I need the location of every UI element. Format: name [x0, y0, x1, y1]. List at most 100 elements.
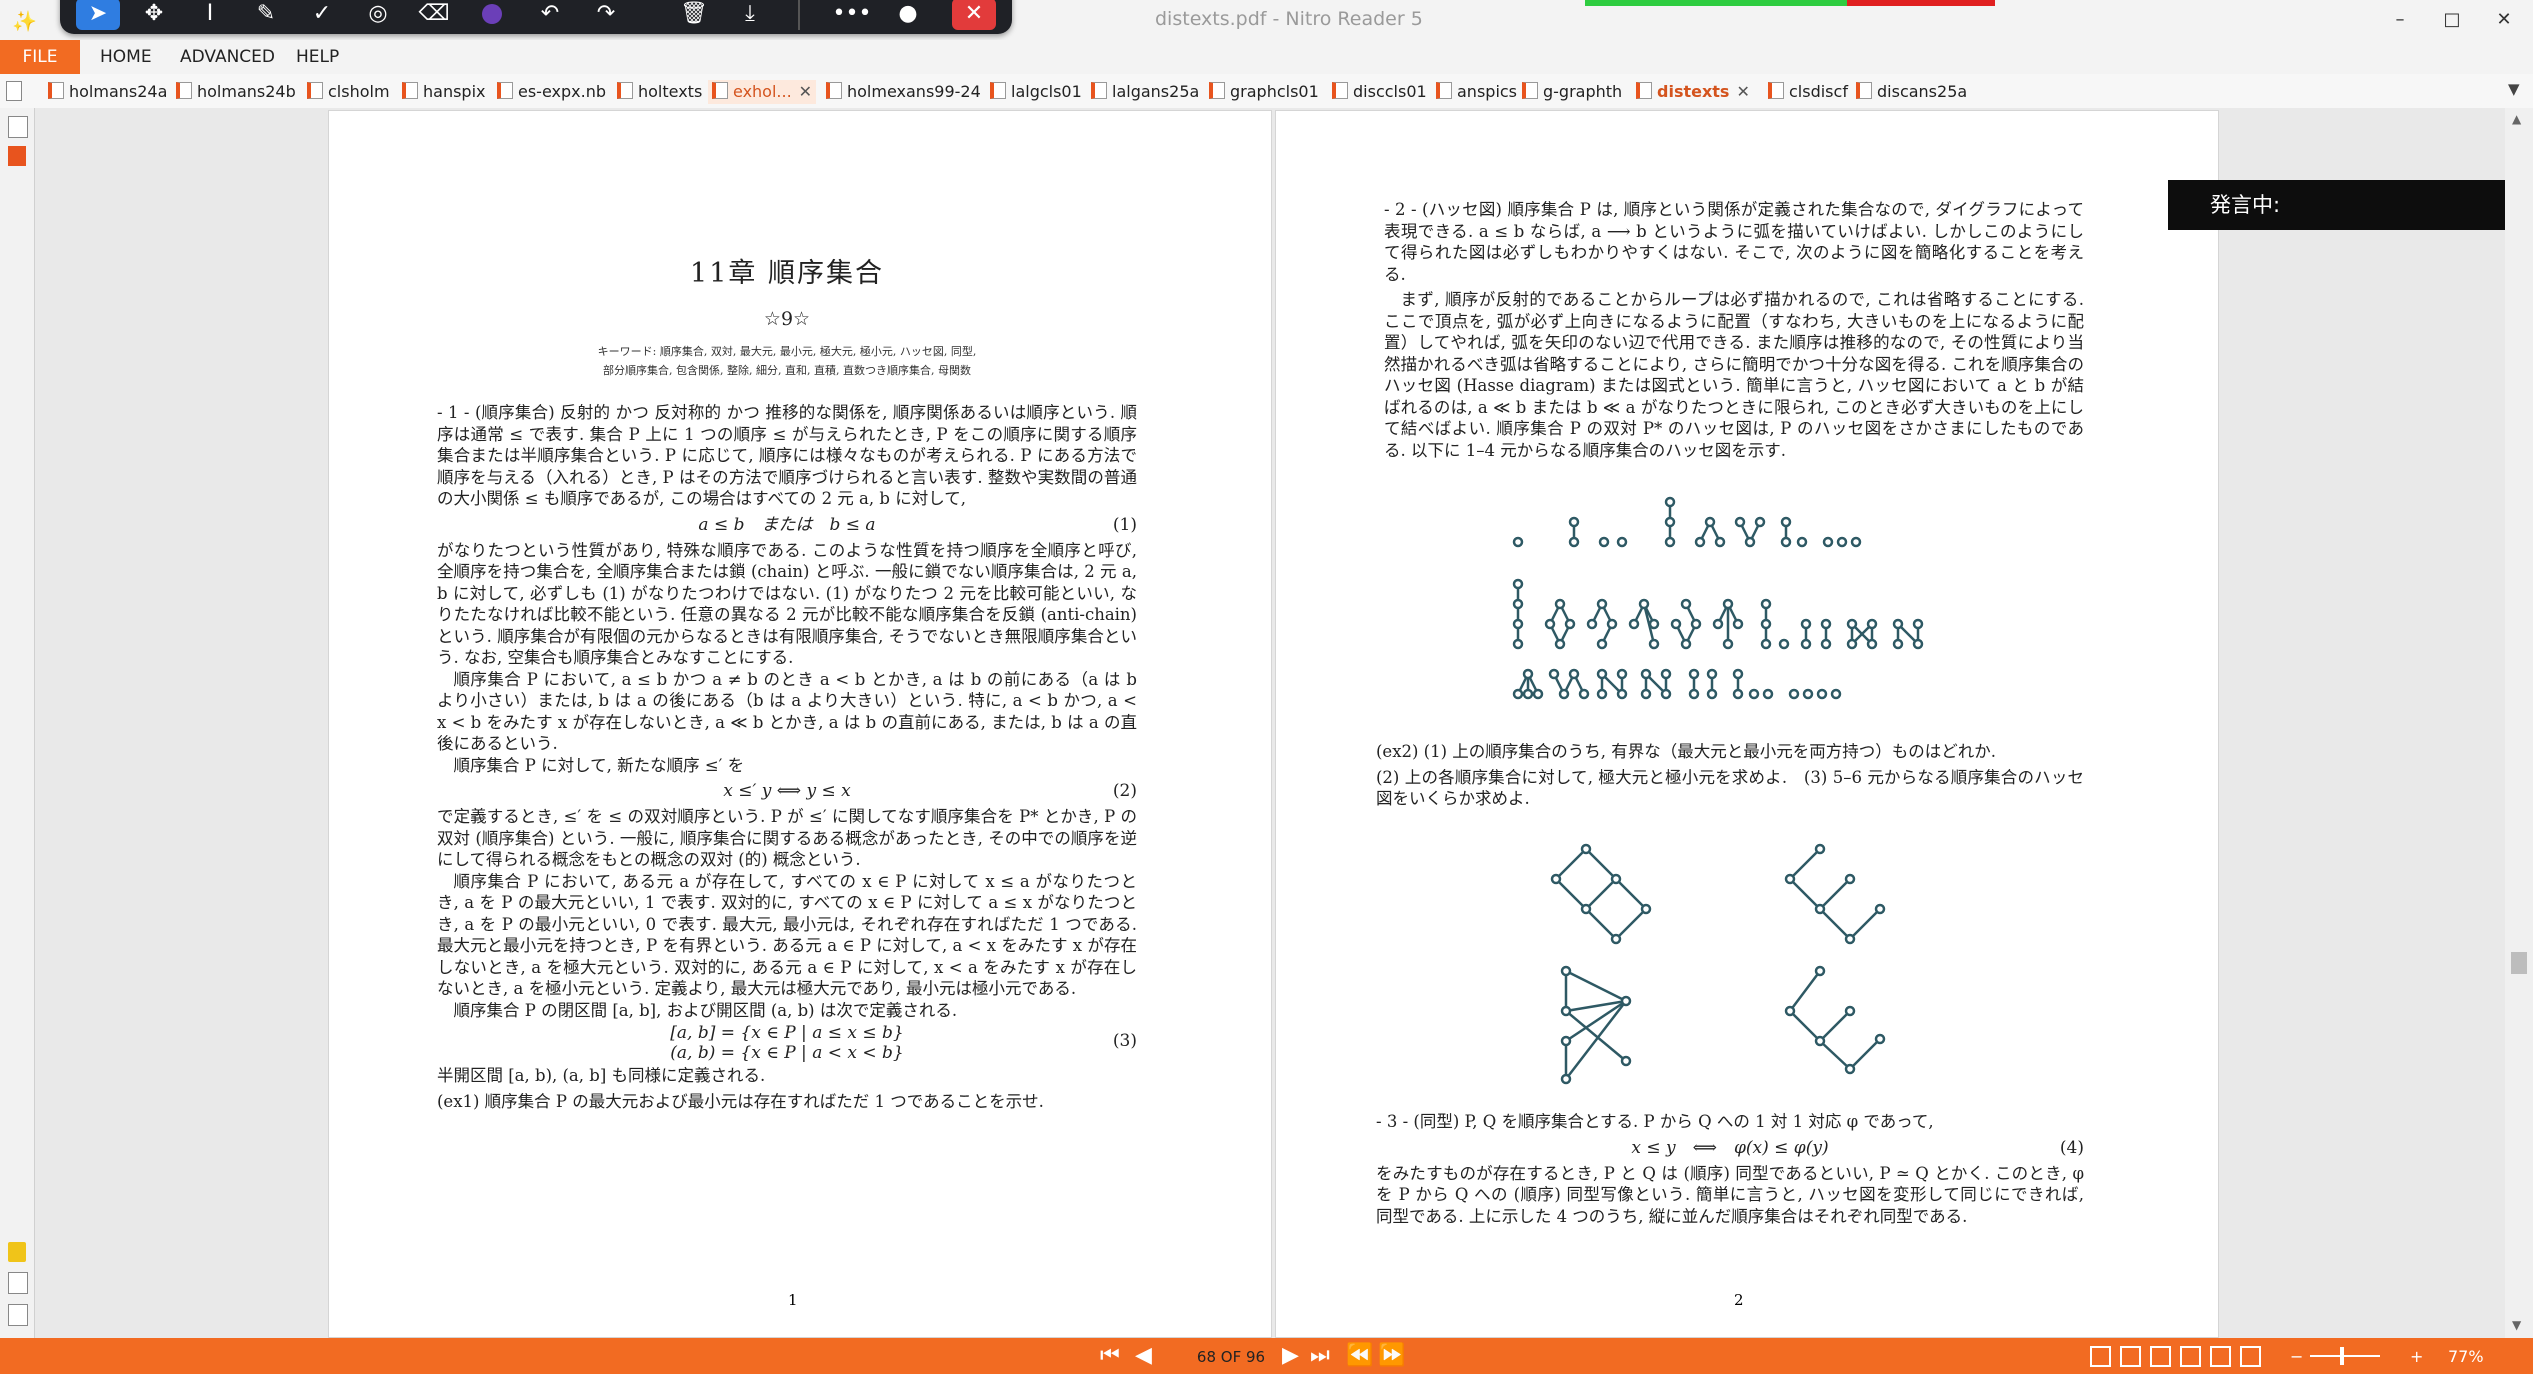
- bookmarks-panel-icon[interactable]: [8, 146, 26, 166]
- exercise-2-block: (ex2) (1) 上の順序集合のうち, 有界な（最大元と最小元を両方持つ）もの…: [1376, 741, 2084, 810]
- full-screen-view-icon[interactable]: [2240, 1346, 2261, 1367]
- last-page-icon[interactable]: ⏭: [1310, 1344, 1330, 1368]
- page-counter[interactable]: 68 OF 96: [1175, 1346, 1287, 1368]
- facing-continuous-view-icon[interactable]: [2180, 1346, 2201, 1367]
- previous-page-icon[interactable]: ◀: [1135, 1344, 1152, 1368]
- tab-home[interactable]: HOME: [100, 40, 152, 74]
- doc-tab[interactable]: holmexans99-24: [826, 80, 981, 104]
- nitro-logo-icon[interactable]: ✨: [12, 9, 37, 33]
- doc-tab[interactable]: hanspix: [402, 80, 486, 104]
- equation-text: [a, b] = {x ∈ P | a ≤ x ≤ b}: [670, 1023, 904, 1043]
- doc-tab[interactable]: lalgans25a: [1091, 80, 1199, 104]
- tab-close-icon[interactable]: ✕: [799, 82, 812, 101]
- redo-icon[interactable]: ↷: [584, 0, 628, 30]
- maximize-button[interactable]: □: [2432, 6, 2472, 34]
- zoom-level[interactable]: 77%: [2448, 1346, 2484, 1368]
- color-picker-icon[interactable]: [470, 0, 514, 30]
- doc-tab-distexts-active[interactable]: distexts ✕: [1636, 80, 1750, 104]
- doc-tab[interactable]: holmans24a: [48, 80, 167, 104]
- document-viewer[interactable]: 11章 順序集合 ☆9☆ キーワード: 順序集合, 双対, 最大元, 最小元, …: [35, 108, 2505, 1338]
- stamp-icon[interactable]: ◎: [356, 0, 400, 30]
- facing-view-icon[interactable]: [2150, 1346, 2171, 1367]
- close-toolbar-icon[interactable]: ✕: [952, 0, 996, 30]
- profile-icon[interactable]: ●: [886, 0, 930, 30]
- comments-panel-icon[interactable]: [8, 1242, 26, 1262]
- pages-panel-icon[interactable]: [8, 116, 28, 138]
- equation-text: x ≤ y ⟺ φ(x) ≤ φ(y): [1631, 1137, 1829, 1158]
- doc-tab[interactable]: es-expx.nb: [497, 80, 606, 104]
- close-window-button[interactable]: ✕: [2484, 6, 2524, 34]
- pen-icon[interactable]: ✎: [244, 0, 288, 30]
- pdf-file-icon: [826, 82, 842, 99]
- select-arrow-icon[interactable]: ➤: [76, 0, 120, 30]
- scroll-up-icon[interactable]: ▲: [2512, 112, 2521, 126]
- text-cursor-icon[interactable]: I: [188, 0, 232, 30]
- single-page-view-icon[interactable]: [2090, 1346, 2111, 1367]
- doc-tab[interactable]: lalgcls01: [990, 80, 1082, 104]
- equation-number: (2): [1112, 781, 1137, 801]
- progress-bar-red: [1847, 0, 1995, 6]
- next-page-icon[interactable]: ▶: [1282, 1344, 1299, 1368]
- doc-tab-label: disccls01: [1353, 82, 1427, 101]
- zoom-out-button[interactable]: −: [2290, 1346, 2303, 1368]
- zoom-slider[interactable]: [2310, 1355, 2380, 1357]
- zoom-slider-knob[interactable]: [2340, 1347, 2344, 1365]
- attachments-panel-icon[interactable]: [8, 1272, 28, 1294]
- pdf-page-2: - 2 - (ハッセ図) 順序集合 P は, 順序という関係が定義された集合なの…: [1275, 110, 2219, 1338]
- scrollbar-thumb[interactable]: [2511, 952, 2527, 974]
- paragraph: 半開区間 [a, b), (a, b] も同様に定義される.: [437, 1066, 766, 1085]
- fit-width-view-icon[interactable]: [2210, 1346, 2231, 1367]
- exercise-2-line-2: (2) 上の各順序集合に対して, 極大元と極小元を求めよ. (3) 5–6 元か…: [1376, 767, 2084, 809]
- first-page-icon[interactable]: ⏮: [1100, 1344, 1120, 1368]
- back-view-icon[interactable]: ⏪: [1346, 1344, 1373, 1368]
- more-icon[interactable]: •••: [830, 0, 874, 30]
- doc-tab[interactable]: clsholm: [307, 80, 390, 104]
- equation-text: (a, b) = {x ∈ P | a < x < b}: [670, 1043, 904, 1063]
- paragraph: - 2 - (ハッセ図) 順序集合 P は, 順序という関係が定義された集合なの…: [1384, 200, 2084, 284]
- doc-tab[interactable]: g-graphth: [1522, 80, 1622, 104]
- equation-text: a ≤ b または b ≤ a: [698, 514, 876, 535]
- scroll-down-icon[interactable]: ▼: [2512, 1318, 2521, 1332]
- floating-toolbar: ➤ ✥ I ✎ ✓ ◎ ⌫ ↶ ↷ 🗑 ⤓ ••• ● ✕: [60, 0, 1012, 34]
- move-icon[interactable]: ✥: [132, 0, 176, 30]
- pdf-file-icon: [617, 82, 633, 99]
- doc-tab-exhol[interactable]: exhol... ✕: [708, 80, 817, 104]
- delete-icon[interactable]: 🗑: [672, 0, 716, 30]
- download-icon[interactable]: ⤓: [728, 0, 772, 30]
- undo-icon[interactable]: ↶: [528, 0, 572, 30]
- equation-number: (1): [1112, 514, 1137, 535]
- doc-tab[interactable]: disccls01: [1332, 80, 1427, 104]
- doc-tab[interactable]: holtexts: [617, 80, 702, 104]
- eraser-icon[interactable]: ⌫: [412, 0, 456, 30]
- equation-4: x ≤ y ⟺ φ(x) ≤ φ(y) (4): [1376, 1133, 2084, 1163]
- file-menu-tab[interactable]: FILE: [0, 40, 80, 74]
- pdf-file-icon: [990, 82, 1006, 99]
- tab-close-icon[interactable]: ✕: [1736, 82, 1749, 101]
- doc-tab[interactable]: graphcls01: [1209, 80, 1319, 104]
- paragraph: - 3 - (同型) P, Q を順序集合とする. P から Q への 1 対 …: [1376, 1112, 1934, 1131]
- pdf-page-1: 11章 順序集合 ☆9☆ キーワード: 順序集合, 双対, 最大元, 最小元, …: [328, 110, 1272, 1338]
- paragraph: 順序集合 P において, a ≤ b かつ a ≠ b のとき a < b とか…: [437, 669, 1137, 754]
- doc-tab-label: holmans24b: [197, 82, 296, 101]
- new-document-icon[interactable]: [6, 81, 22, 101]
- forward-view-icon[interactable]: ⏩: [1378, 1344, 1405, 1368]
- vertical-scrollbar[interactable]: [2505, 108, 2533, 1338]
- paragraph: 順序集合 P において, ある元 a が存在して, すべての x ∈ P に対し…: [437, 871, 1137, 999]
- doc-tab[interactable]: anspics: [1436, 80, 1517, 104]
- doc-tab[interactable]: clsdiscf: [1768, 80, 1848, 104]
- tab-help[interactable]: HELP: [296, 40, 339, 74]
- tab-overflow-chevron-icon[interactable]: ▼: [2508, 80, 2520, 98]
- tab-advanced[interactable]: ADVANCED: [180, 40, 275, 74]
- doc-tab[interactable]: holmans24b: [176, 80, 296, 104]
- check-icon[interactable]: ✓: [300, 0, 344, 30]
- pdf-file-icon: [307, 82, 323, 99]
- doc-tab[interactable]: discans25a: [1856, 80, 1967, 104]
- pdf-file-icon: [712, 82, 728, 99]
- minimize-button[interactable]: –: [2380, 6, 2420, 34]
- equation-number: (3): [1112, 1031, 1137, 1051]
- continuous-view-icon[interactable]: [2120, 1346, 2141, 1367]
- exercise-1: (ex1) 順序集合 P の最大元および最小元は存在すればただ 1 つであること…: [437, 1091, 1044, 1111]
- output-panel-icon[interactable]: [8, 1304, 28, 1326]
- zoom-in-button[interactable]: +: [2410, 1346, 2423, 1368]
- hasse-diagrams-isomorphic: [1550, 843, 1886, 1085]
